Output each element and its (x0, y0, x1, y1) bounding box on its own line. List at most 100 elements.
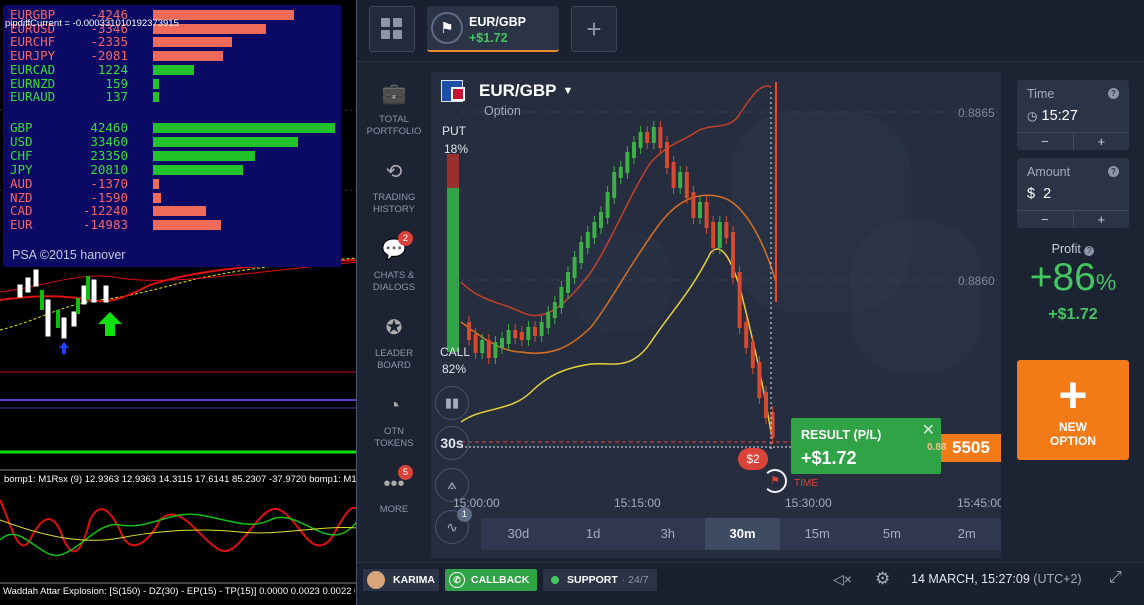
pair-strength-bar (153, 92, 159, 103)
amount-label: Amount (1027, 165, 1071, 179)
add-asset-button[interactable]: + (571, 6, 617, 52)
help-icon[interactable]: ? (1084, 246, 1095, 256)
help-icon[interactable]: ? (1108, 166, 1119, 177)
currency-name: JPY (10, 161, 33, 177)
close-icon[interactable]: ✕ (922, 420, 935, 440)
support-hours: · 24/7 (621, 574, 649, 586)
result-popup: RESULT (P/L) +$1.72 ✕ (791, 418, 941, 474)
chart-asset-header[interactable]: EUR/GBP ▼ (441, 80, 573, 102)
grid-menu-button[interactable] (369, 6, 415, 52)
nav-label: DIALOGS (372, 282, 416, 293)
time-label: 15:00:00 (453, 496, 500, 510)
callback-label: CALLBACK (471, 574, 530, 586)
currency-value: -12240 (82, 203, 128, 219)
currency-strength-bar (153, 150, 255, 161)
currency-name: AUD (10, 175, 33, 191)
time-decrease-button[interactable]: − (1017, 133, 1074, 150)
pair-strength-bar (153, 64, 194, 75)
period-5m[interactable]: 5m (855, 518, 930, 550)
flag-icon: ⚑ (431, 12, 463, 44)
token-icon: ◔ (387, 395, 401, 417)
amount-field[interactable]: $ 2 (1027, 186, 1051, 202)
nav-item-more[interactable]: ••• 5 MORE (357, 465, 431, 516)
time-panel: Time ? ◷ 15:27 − + (1017, 80, 1129, 150)
time-increase-button[interactable]: + (1074, 133, 1130, 150)
profit-percent: +86 (1029, 256, 1096, 299)
nav-item-leader[interactable]: ✪ LEADER BOARD (357, 313, 431, 372)
price-chart-svg (447, 82, 1001, 452)
amount-increase-button[interactable]: + (1074, 211, 1130, 228)
left-navigation: 💼 TOTAL PORTFOLIO ⟲ TRADING HISTORY 💬 2 CHATS & D… (357, 63, 431, 557)
chart-asset-type: Option (484, 104, 521, 118)
currency-name: NZD (10, 189, 33, 205)
more-icon: ••• 5 (379, 465, 413, 499)
compass-icon: ⟑ (447, 476, 457, 493)
currency-strength-panel: EURGBP -4246 EURUSD -3346 EURCHF -2335 EURJPY -… (3, 5, 341, 267)
nav-label: HISTORY (373, 204, 415, 215)
currency-value: 42460 (90, 120, 128, 135)
chart-type-button[interactable]: ▮▮ (435, 386, 469, 420)
callback-button[interactable]: ✆ CALLBACK (445, 569, 537, 591)
nav-item-trading[interactable]: ⟲ TRADING HISTORY (357, 157, 431, 216)
plus-icon: + (586, 14, 602, 44)
timeframe-button[interactable]: 30s (435, 426, 469, 460)
nav-item-total[interactable]: 💼 TOTAL PORTFOLIO (357, 79, 431, 138)
period-15m[interactable]: 15m (780, 518, 855, 550)
current-price-big: 5505 (952, 438, 990, 457)
period-3h[interactable]: 3h (630, 518, 705, 550)
currency-name: USD (10, 133, 33, 149)
help-icon[interactable]: ? (1108, 88, 1119, 99)
up-arrow-icon (98, 312, 122, 336)
put-percent: 18% (444, 142, 469, 156)
result-label: RESULT (P/L) (801, 428, 882, 442)
period-1d[interactable]: 1d (556, 518, 631, 550)
time-label: Time (1027, 87, 1055, 101)
amount-decrease-button[interactable]: − (1017, 211, 1074, 228)
new-option-label-2: OPTION (1049, 434, 1096, 448)
expiration-flag-icon: ⚑ (763, 469, 787, 493)
status-bar: KARIMA ✆ CALLBACK SUPPORT · 24/7 ◁× ⚙ 14… (357, 562, 1144, 605)
pipdiff-label: pipdiffCurrent = -0.000331010192373915 (5, 18, 179, 29)
currency-name: CHF (10, 147, 33, 163)
indicators-button[interactable]: ∿ 1 (435, 507, 472, 544)
call-percent: 82% (442, 362, 467, 376)
mt4-chart-window: EURGBP -4246 EURUSD -3346 EURCHF -2335 EURJPY -… (0, 0, 364, 605)
currency-value: 20810 (90, 161, 128, 177)
pair-strength-bar (153, 51, 223, 62)
user-profile-button[interactable]: KARIMA (363, 569, 439, 591)
time-label: 15:45:00 (957, 496, 1001, 510)
medal-icon: ✪ (385, 317, 403, 339)
pair-value: -2335 (90, 34, 128, 50)
user-name: KARIMA (393, 574, 435, 586)
period-30d[interactable]: 30d (481, 518, 556, 550)
chevron-down-icon: ▼ (562, 85, 574, 97)
period-2m[interactable]: 2m (929, 518, 1001, 550)
time-value[interactable]: ◷ 15:27 (1027, 108, 1078, 124)
plus-icon: + (1058, 367, 1088, 423)
new-option-button[interactable]: + NEW OPTION (1017, 360, 1129, 460)
bet-marker: $2 (738, 448, 768, 470)
indicator-icon: ∿ (446, 518, 458, 535)
mute-icon[interactable]: ◁× (833, 571, 852, 588)
nav-item-chats[interactable]: 💬 2 CHATS & DIALOGS (357, 231, 431, 294)
notification-badge: 5 (398, 465, 413, 480)
pair-strength-bar (153, 78, 159, 89)
period-30m[interactable]: 30m (705, 518, 780, 550)
grid-icon (381, 18, 402, 39)
currency-name: GBP (10, 120, 33, 135)
pair-name: EURAUD (10, 89, 56, 105)
time-label: 15:15:00 (614, 496, 661, 510)
period-selector: 30d 1d 3h 30m 15m 5m 2m (481, 518, 1001, 550)
settings-gear-icon[interactable]: ⚙ (875, 569, 890, 589)
asset-tab-eurgbp[interactable]: ⚑ EUR/GBP +$1.72 (427, 6, 559, 52)
indicator-title: bomp1: M1Rsx (9) 12.9363 12.9363 14.3115… (4, 474, 364, 485)
currency-value: 23350 (90, 147, 128, 163)
nav-label: CHATS & (373, 270, 415, 281)
pair-name: EURJPY (10, 48, 56, 64)
pair-name: EURCAD (10, 61, 56, 77)
support-button[interactable]: SUPPORT · 24/7 (543, 569, 657, 591)
nav-item-otn[interactable]: ◔ OTN TOKENS (357, 391, 431, 450)
briefcase-icon: 💼 (381, 83, 407, 105)
fullscreen-icon[interactable]: ⤢ (1109, 569, 1122, 587)
amount-panel: Amount ? $ 2 − + (1017, 158, 1129, 228)
